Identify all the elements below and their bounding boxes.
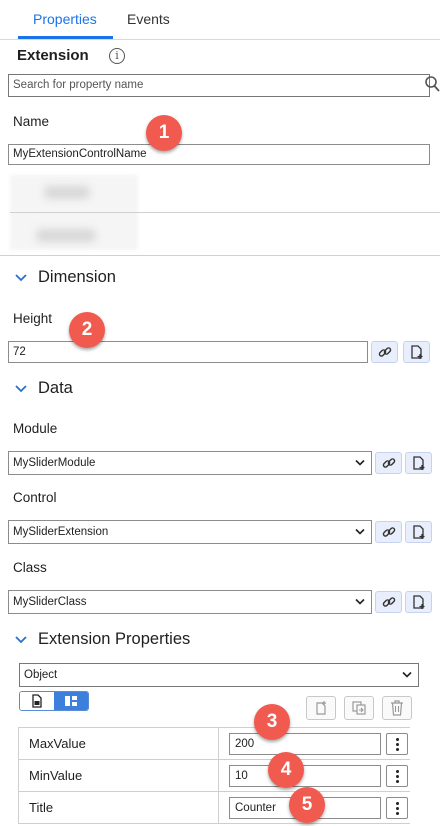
- copy-icon: [352, 701, 366, 715]
- list-view-button[interactable]: [20, 692, 54, 710]
- info-icon[interactable]: i: [109, 48, 125, 64]
- add-binding-button[interactable]: [405, 521, 432, 543]
- callout-marker-3: 3: [254, 704, 290, 740]
- link-icon: [382, 458, 395, 468]
- class-select[interactable]: MySliderClass: [8, 590, 372, 614]
- type-select[interactable]: Object: [19, 663, 419, 687]
- class-label: Class: [13, 560, 47, 575]
- callout-marker-2: 2: [69, 312, 105, 348]
- group-title-dimension[interactable]: Dimension: [38, 268, 116, 287]
- chevron-down-icon: [355, 459, 365, 466]
- add-document-icon: [412, 595, 424, 609]
- chevron-down-icon[interactable]: [14, 273, 28, 283]
- add-document-icon: [412, 456, 424, 470]
- column-divider: [218, 728, 219, 759]
- properties-table: MaxValue 200 MinValue 10 Title Counter: [18, 727, 410, 824]
- property-name: Title: [29, 800, 54, 815]
- trash-icon: [391, 700, 403, 716]
- link-icon: [382, 527, 395, 537]
- chevron-down-icon[interactable]: [14, 635, 28, 645]
- bind-link-button[interactable]: [375, 521, 402, 543]
- callout-marker-1: 1: [146, 115, 182, 151]
- view-toggle: [19, 691, 89, 711]
- callout-marker-5: 5: [289, 787, 325, 823]
- search-placeholder: Search for property name: [13, 79, 144, 91]
- bind-link-button[interactable]: [371, 341, 398, 363]
- grid-view-button[interactable]: [54, 692, 88, 710]
- height-label: Height: [13, 311, 53, 326]
- module-value: MySliderModule: [13, 457, 96, 469]
- more-options-button[interactable]: [386, 765, 408, 787]
- property-value-input[interactable]: 10: [229, 765, 381, 787]
- property-name: MinValue: [29, 768, 83, 783]
- copy-property-button[interactable]: [344, 696, 374, 720]
- link-icon: [378, 347, 391, 357]
- module-select[interactable]: MySliderModule: [8, 451, 372, 475]
- divider: [0, 255, 440, 256]
- table-row: MaxValue 200: [18, 728, 410, 760]
- callout-marker-4: 4: [268, 752, 304, 788]
- add-binding-button[interactable]: [403, 341, 430, 363]
- divider: [10, 212, 440, 213]
- type-value: Object: [24, 669, 58, 681]
- more-options-button[interactable]: [386, 797, 408, 819]
- add-binding-button[interactable]: [405, 591, 432, 613]
- property-name: MaxValue: [29, 736, 86, 751]
- height-field[interactable]: 72: [8, 341, 368, 363]
- control-select[interactable]: MySliderExtension: [8, 520, 372, 544]
- class-value: MySliderClass: [13, 596, 87, 608]
- blurred-text: [36, 229, 96, 242]
- add-binding-button[interactable]: [405, 452, 432, 474]
- blurred-text: [44, 186, 90, 199]
- tab-bar: Properties Events: [0, 0, 440, 40]
- active-tab-indicator: [18, 36, 113, 39]
- search-icon[interactable]: [424, 75, 440, 93]
- name-field[interactable]: MyExtensionControlName: [8, 144, 430, 165]
- tab-properties[interactable]: Properties: [33, 0, 97, 40]
- document-icon: [32, 694, 42, 708]
- section-title: Extension: [17, 47, 89, 64]
- add-document-icon: [412, 525, 424, 539]
- column-divider: [218, 760, 219, 791]
- height-value: 72: [13, 346, 26, 358]
- chevron-down-icon: [355, 528, 365, 535]
- module-label: Module: [13, 421, 58, 436]
- more-options-button[interactable]: [386, 733, 408, 755]
- table-row: MinValue 10: [18, 760, 410, 792]
- control-value: MySliderExtension: [13, 526, 109, 538]
- grid-icon: [65, 696, 77, 706]
- bind-link-button[interactable]: [375, 452, 402, 474]
- chevron-down-icon[interactable]: [14, 384, 28, 394]
- search-input[interactable]: Search for property name: [8, 74, 430, 97]
- chevron-down-icon: [402, 671, 412, 678]
- table-row: Title Counter: [18, 792, 410, 824]
- add-property-button[interactable]: [306, 696, 336, 720]
- name-label: Name: [13, 114, 50, 129]
- bind-link-button[interactable]: [375, 591, 402, 613]
- tab-events[interactable]: Events: [127, 0, 170, 40]
- group-title-data[interactable]: Data: [38, 379, 73, 398]
- property-value-input[interactable]: 200: [229, 733, 381, 755]
- group-title-extension-properties[interactable]: Extension Properties: [38, 630, 190, 649]
- control-label: Control: [13, 490, 57, 505]
- column-divider: [218, 792, 219, 823]
- link-icon: [382, 597, 395, 607]
- delete-property-button[interactable]: [382, 696, 412, 720]
- chevron-down-icon: [355, 598, 365, 605]
- add-document-icon: [410, 345, 422, 359]
- name-value: MyExtensionControlName: [13, 148, 147, 160]
- add-document-icon: [316, 701, 326, 715]
